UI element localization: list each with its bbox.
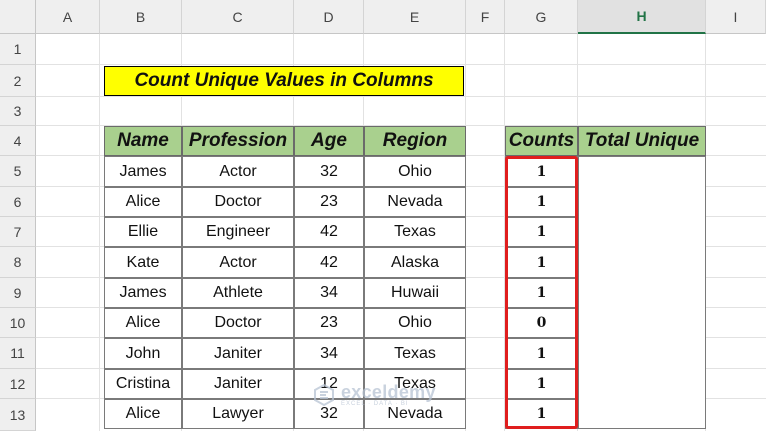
cell-age[interactable]: 32 — [294, 399, 364, 429]
cell-name[interactable]: John — [104, 338, 182, 369]
column-header-e[interactable]: E — [364, 0, 466, 34]
cell-profession[interactable]: Doctor — [182, 308, 294, 338]
column-header-f[interactable]: F — [466, 0, 505, 34]
row-header-1[interactable]: 1 — [0, 34, 36, 65]
spreadsheet-grid[interactable]: A B C D E F G H I 1 2 3 4 5 6 7 8 9 10 1… — [0, 0, 766, 431]
cell-profession[interactable]: Lawyer — [182, 399, 294, 429]
cell-region[interactable]: Nevada — [364, 187, 466, 217]
select-all-corner[interactable] — [0, 0, 36, 34]
column-header-g[interactable]: G — [505, 0, 578, 34]
cell-count[interactable]: 1 — [505, 338, 578, 369]
cell-profession[interactable]: Doctor — [182, 187, 294, 217]
cell-name[interactable]: Alice — [104, 187, 182, 217]
cell-region[interactable]: Huwaii — [364, 278, 466, 308]
cell-age[interactable]: 34 — [294, 278, 364, 308]
column-header-d[interactable]: D — [294, 0, 364, 34]
row-header-7[interactable]: 7 — [0, 217, 36, 247]
cell-count[interactable]: 1 — [505, 156, 578, 187]
cell-count[interactable]: 1 — [505, 278, 578, 308]
cell-count[interactable]: 1 — [505, 369, 578, 399]
column-header-h[interactable]: H — [578, 0, 706, 34]
gridline — [36, 96, 766, 97]
cell-total-unique[interactable] — [578, 156, 706, 429]
cell-region[interactable]: Texas — [364, 369, 466, 399]
row-header-12[interactable]: 12 — [0, 369, 36, 399]
column-header-a[interactable]: A — [36, 0, 100, 34]
row-header-9[interactable]: 9 — [0, 278, 36, 308]
cell-profession[interactable]: Janiter — [182, 338, 294, 369]
row-header-10[interactable]: 10 — [0, 308, 36, 338]
row-header-3[interactable]: 3 — [0, 97, 36, 126]
cell-count[interactable]: 1 — [505, 399, 578, 429]
row-header-4[interactable]: 4 — [0, 126, 36, 156]
row-header-2[interactable]: 2 — [0, 65, 36, 97]
cell-count[interactable]: 0 — [505, 308, 578, 338]
cell-name[interactable]: Cristina — [104, 369, 182, 399]
cell-age[interactable]: 12 — [294, 369, 364, 399]
row-header-8[interactable]: 8 — [0, 247, 36, 278]
cell-age[interactable]: 23 — [294, 187, 364, 217]
cell-region[interactable]: Ohio — [364, 156, 466, 187]
header-region[interactable]: Region — [364, 126, 466, 156]
title-cell[interactable]: Count Unique Values in Columns — [104, 66, 464, 96]
cell-age[interactable]: 42 — [294, 247, 364, 278]
cell-profession[interactable]: Engineer — [182, 217, 294, 247]
cell-name[interactable]: Ellie — [104, 217, 182, 247]
cell-age[interactable]: 32 — [294, 156, 364, 187]
header-name[interactable]: Name — [104, 126, 182, 156]
cell-region[interactable]: Ohio — [364, 308, 466, 338]
header-total-unique[interactable]: Total Unique — [578, 126, 706, 156]
cell-profession[interactable]: Actor — [182, 156, 294, 187]
row-header-5[interactable]: 5 — [0, 156, 36, 187]
cell-name[interactable]: Kate — [104, 247, 182, 278]
column-header-b[interactable]: B — [100, 0, 182, 34]
column-header-c[interactable]: C — [182, 0, 294, 34]
header-profession[interactable]: Profession — [182, 126, 294, 156]
cell-age[interactable]: 23 — [294, 308, 364, 338]
cell-name[interactable]: Alice — [104, 308, 182, 338]
cell-region[interactable]: Texas — [364, 217, 466, 247]
cell-count[interactable]: 1 — [505, 217, 578, 247]
cell-profession[interactable]: Actor — [182, 247, 294, 278]
cell-count[interactable]: 1 — [505, 187, 578, 217]
cell-profession[interactable]: Janiter — [182, 369, 294, 399]
row-header-13[interactable]: 13 — [0, 399, 36, 431]
cell-region[interactable]: Nevada — [364, 399, 466, 429]
cell-age[interactable]: 42 — [294, 217, 364, 247]
column-header-i[interactable]: I — [706, 0, 766, 34]
header-age[interactable]: Age — [294, 126, 364, 156]
cell-count[interactable]: 1 — [505, 247, 578, 278]
header-counts[interactable]: Counts — [505, 126, 578, 156]
cell-age[interactable]: 34 — [294, 338, 364, 369]
row-header-6[interactable]: 6 — [0, 187, 36, 217]
gridline — [36, 64, 766, 65]
gridline — [99, 34, 100, 431]
cell-region[interactable]: Texas — [364, 338, 466, 369]
cell-region[interactable]: Alaska — [364, 247, 466, 278]
cell-profession[interactable]: Athlete — [182, 278, 294, 308]
cell-name[interactable]: James — [104, 278, 182, 308]
cell-name[interactable]: James — [104, 156, 182, 187]
cell-name[interactable]: Alice — [104, 399, 182, 429]
row-header-11[interactable]: 11 — [0, 338, 36, 369]
